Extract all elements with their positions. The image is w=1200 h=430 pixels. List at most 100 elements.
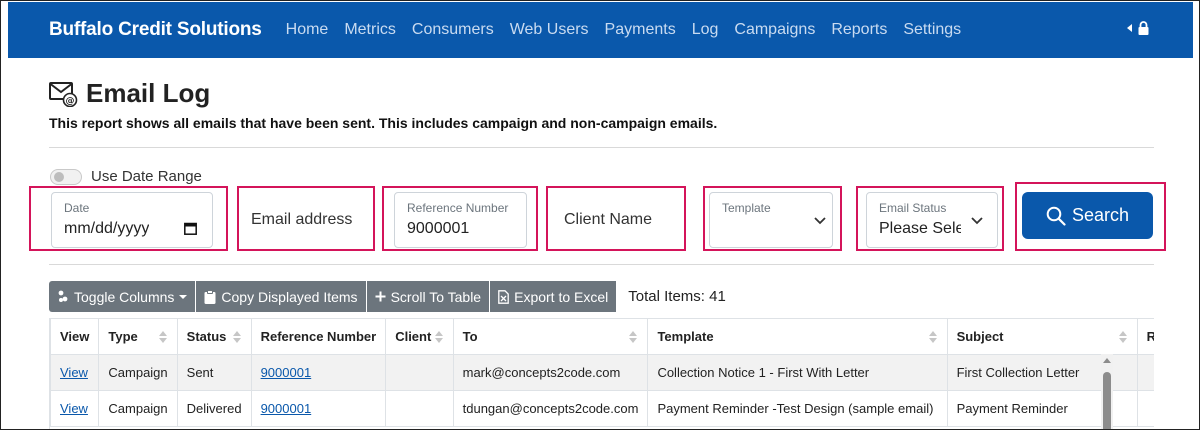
sort-icon: [158, 331, 167, 344]
lock-icon: [1138, 21, 1149, 35]
cell-status: Sent: [176, 354, 252, 391]
clipboard-icon: [204, 289, 216, 304]
nav-consumers[interactable]: Consumers: [412, 21, 494, 39]
table-toolbar: Toggle Columns Copy Displayed Items Scro…: [49, 281, 726, 312]
page-header: @ Email Log: [49, 78, 210, 109]
cell-type: Campaign: [98, 390, 178, 427]
cell-client: [385, 354, 454, 391]
date-range-label: Use Date Range: [91, 168, 202, 185]
cell-template: Collection Notice 1 - First With Letter: [647, 354, 948, 391]
col-view[interactable]: View: [50, 318, 100, 355]
reference-link[interactable]: 9000001: [261, 401, 312, 416]
nav-reports[interactable]: Reports: [831, 21, 887, 39]
export-excel-label: Export to Excel: [514, 288, 609, 305]
nav-payments[interactable]: Payments: [605, 21, 676, 39]
status-value: Please Select: [879, 220, 961, 237]
calendar-icon[interactable]: [184, 222, 197, 235]
divider: [49, 147, 1154, 148]
nav-settings[interactable]: Settings: [903, 21, 961, 39]
date-value: mm/dd/yyyy: [64, 220, 150, 237]
logout-menu[interactable]: [1127, 21, 1149, 35]
view-link[interactable]: View: [60, 401, 88, 416]
cell-to: mark@concepts2code.com: [452, 354, 649, 391]
status-label: Email Status: [879, 201, 947, 215]
col-to[interactable]: To: [452, 318, 649, 355]
cell-status: Delivered: [176, 390, 252, 427]
col-client[interactable]: Client: [385, 318, 454, 355]
cell-template: Payment Reminder -Test Design (sample em…: [647, 390, 948, 427]
sort-icon: [232, 331, 241, 344]
copy-items-button[interactable]: Copy Displayed Items: [196, 281, 367, 312]
export-excel-button[interactable]: Export to Excel: [490, 281, 618, 312]
reference-link[interactable]: 9000001: [261, 365, 312, 380]
email-field[interactable]: Email address: [246, 192, 366, 248]
nav-home[interactable]: Home: [286, 21, 329, 39]
reference-label: Reference Number: [407, 201, 509, 215]
sort-icon: [928, 331, 937, 344]
scroll-to-table-label: Scroll To Table: [390, 288, 482, 305]
top-navbar: Buffalo Credit Solutions Home Metrics Co…: [8, 2, 1193, 58]
cell-re: [1136, 390, 1154, 427]
col-reference-number[interactable]: Reference Number: [250, 318, 387, 355]
col-type[interactable]: Type: [98, 318, 178, 355]
cell-type: Campaign: [98, 354, 178, 391]
plus-icon: [375, 291, 386, 302]
columns-icon: [58, 290, 68, 302]
nav-log[interactable]: Log: [692, 21, 719, 39]
client-field[interactable]: Client Name: [555, 192, 677, 248]
page-title: Email Log: [86, 78, 211, 108]
main-content: @ Email Log This report shows all emails…: [8, 58, 1193, 429]
email-placeholder: Email address: [251, 211, 353, 228]
date-field[interactable]: Date mm/dd/yyyy: [51, 192, 213, 248]
app-frame: Buffalo Credit Solutions Home Metrics Co…: [0, 0, 1200, 430]
excel-file-icon: [498, 289, 509, 304]
sort-icon: [434, 331, 443, 344]
nav-web-users[interactable]: Web Users: [510, 21, 589, 39]
email-at-icon: @: [49, 81, 78, 107]
template-select[interactable]: Template: [709, 192, 833, 248]
date-range-toggle-row: Use Date Range: [50, 168, 202, 185]
client-placeholder: Client Name: [564, 211, 653, 228]
page-subtitle: This report shows all emails that have b…: [49, 115, 718, 131]
scroll-up-icon: [1103, 358, 1111, 363]
email-log-table-container[interactable]: View Type Status Reference Number Client…: [49, 318, 1154, 429]
view-link[interactable]: View: [60, 365, 88, 380]
col-template[interactable]: Template: [647, 318, 948, 355]
nav-metrics[interactable]: Metrics: [344, 21, 396, 39]
svg-text:@: @: [66, 96, 75, 106]
reference-field[interactable]: Reference Number 9000001: [394, 192, 527, 248]
scroll-to-table-button[interactable]: Scroll To Table: [366, 281, 491, 312]
cell-client: [385, 390, 454, 427]
brand-logo[interactable]: Buffalo Credit Solutions: [49, 19, 262, 41]
toggle-columns-label: Toggle Columns: [74, 288, 175, 305]
table-row: View Campaign Sent 9000001 mark@concepts…: [50, 354, 1154, 391]
caret-down-icon: [179, 294, 188, 299]
nav-links: Home Metrics Consumers Web Users Payment…: [286, 21, 978, 39]
table-row: View Campaign Delivered 9000001 tdungan@…: [50, 390, 1154, 427]
template-label: Template: [722, 201, 771, 215]
cell-to: tdungan@concepts2code.com: [452, 390, 649, 427]
date-label: Date: [64, 201, 90, 215]
scroll-thumb: [1103, 372, 1111, 429]
chevron-down-icon: [971, 217, 983, 225]
copy-items-label: Copy Displayed Items: [221, 288, 358, 305]
col-re[interactable]: Re: [1136, 318, 1154, 355]
sort-icon: [629, 331, 638, 344]
search-label: Search: [1071, 205, 1130, 225]
search-icon: [1046, 206, 1066, 226]
nav-campaigns[interactable]: Campaigns: [734, 21, 815, 39]
reference-value: 9000001: [407, 220, 470, 237]
caret-left-icon: [1127, 24, 1132, 32]
table-header-row: View Type Status Reference Number Client…: [50, 318, 1154, 355]
divider: [49, 264, 1154, 265]
email-log-table: View Type Status Reference Number Client…: [50, 318, 1154, 427]
toggle-columns-button[interactable]: Toggle Columns: [49, 281, 197, 312]
col-subject[interactable]: Subject: [946, 318, 1138, 355]
table-scrollbar[interactable]: [1101, 354, 1113, 429]
date-range-switch[interactable]: [50, 168, 82, 185]
status-select[interactable]: Email Status Please Select: [866, 192, 998, 248]
col-status[interactable]: Status: [176, 318, 252, 355]
total-items: Total Items: 41: [628, 288, 726, 305]
sort-icon: [1118, 331, 1127, 344]
search-button[interactable]: Search: [1022, 192, 1153, 239]
